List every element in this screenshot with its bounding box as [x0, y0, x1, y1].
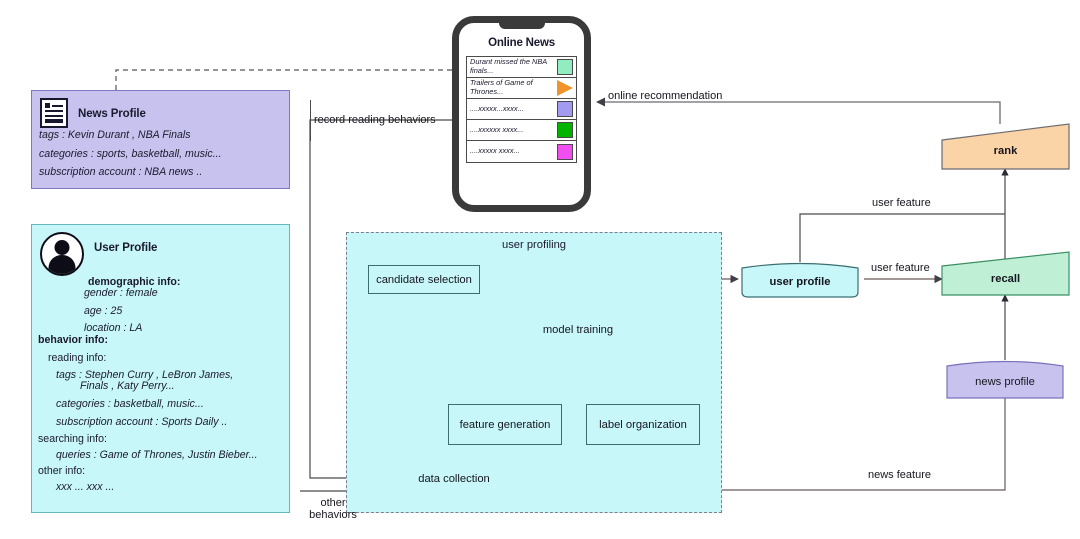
- user-profile-attributes: demographic info: gender : female age : …: [32, 276, 289, 494]
- video-play-triangle-icon: [557, 80, 573, 96]
- reading-tags-line2: Finals , Katy Perry...: [80, 379, 175, 392]
- other-info-label: other info:: [38, 465, 86, 478]
- candidate-selection-node[interactable]: candidate selection: [368, 265, 480, 294]
- user-profile-node[interactable]: user profile: [742, 266, 858, 297]
- recall-node-label: recall: [990, 272, 1021, 285]
- phone-mockup: Online News Durant missed the NBA finals…: [452, 16, 591, 212]
- recall-node[interactable]: recall: [942, 262, 1069, 295]
- demographic-location: location : LA: [84, 322, 143, 335]
- user-profile-title: User Profile: [94, 242, 158, 254]
- user-profile-card: User Profile demographic info: gender : …: [31, 224, 290, 513]
- other-behaviors-line1: other: [320, 497, 346, 509]
- news-profile-subscription: subscription account : NBA news ..: [39, 166, 203, 179]
- news-item-text: ....xxxxx xxxx...: [470, 146, 520, 156]
- label-organization-label: label organization: [599, 418, 687, 431]
- news-feed-item[interactable]: Trailers of Game of Thrones...: [467, 78, 576, 99]
- demographic-info-label: demographic info:: [88, 276, 181, 288]
- other-behaviors-line2: behaviors: [309, 509, 357, 522]
- data-collection-node[interactable]: data collection: [390, 466, 518, 491]
- news-profile-tags: tags : Kevin Durant , NBA Finals: [39, 129, 191, 141]
- searching-queries: queries : Game of Thrones, Justin Bieber…: [56, 449, 258, 462]
- news-profile-title: News Profile: [78, 108, 146, 120]
- news-profile-node[interactable]: news profile: [947, 366, 1063, 398]
- user-feature-mid-label: user feature: [871, 262, 930, 274]
- user-avatar-icon: [40, 232, 84, 276]
- user-profile-node-label: user profile: [769, 275, 831, 288]
- other-behaviors-label: other behaviors: [303, 497, 363, 522]
- behavior-info-label: behavior info:: [38, 334, 109, 347]
- news-item-text: ....xxxxxx xxxx...: [470, 124, 524, 134]
- news-document-icon: [40, 98, 68, 128]
- online-recommendation-label: online recommendation: [608, 90, 723, 102]
- rank-node[interactable]: rank: [942, 132, 1069, 169]
- rank-node-label: rank: [993, 144, 1018, 157]
- news-profile-attributes: tags : Kevin Durant , NBA Finals categor…: [32, 128, 289, 178]
- news-thumbnail-icon: [557, 122, 573, 138]
- reading-categories: categories : basketball, music...: [56, 397, 204, 410]
- record-reading-behaviors-label: record reading behaviors: [314, 114, 436, 126]
- user-profiling-group-label: user profiling: [501, 239, 567, 251]
- diagram-canvas: News Profile tags : Kevin Durant , NBA F…: [0, 0, 1080, 539]
- user-feature-top-label: user feature: [872, 197, 931, 209]
- reading-subscription: subscription account : Sports Daily ..: [56, 415, 228, 428]
- news-feature-label: news feature: [868, 469, 931, 481]
- news-item-text: Durant missed the NBA finals...: [470, 57, 547, 75]
- model-training-label: model training: [542, 324, 614, 336]
- demographic-gender: gender : female: [84, 287, 158, 300]
- news-feed-item[interactable]: Durant missed the NBA finals...: [467, 57, 576, 78]
- label-organization-node[interactable]: label organization: [586, 404, 700, 445]
- news-item-text: ....xxxxx...xxxx...: [470, 103, 524, 113]
- other-info-value: xxx ... xxx ...: [56, 481, 115, 494]
- news-profile-card: News Profile tags : Kevin Durant , NBA F…: [31, 90, 290, 189]
- model-training-node[interactable]: model training: [520, 318, 636, 342]
- searching-info-label: searching info:: [38, 433, 107, 446]
- news-thumbnail-icon: [557, 59, 573, 75]
- candidate-selection-label: candidate selection: [376, 273, 472, 286]
- news-feed-item[interactable]: ....xxxxxx xxxx...: [467, 120, 576, 141]
- data-collection-label: data collection: [418, 472, 490, 485]
- news-feed-item[interactable]: ....xxxxx xxxx...: [467, 141, 576, 162]
- reading-info-label: reading info:: [48, 351, 107, 364]
- user-profile-header: User Profile: [32, 225, 289, 276]
- news-profile-categories: categories : sports, basketball, music..…: [39, 147, 222, 160]
- news-thumbnail-icon: [557, 101, 573, 117]
- phone-notch: [498, 22, 545, 29]
- news-profile-header: News Profile: [32, 91, 289, 128]
- demographic-age: age : 25: [84, 304, 123, 317]
- feature-generation-node[interactable]: feature generation: [448, 404, 562, 445]
- feature-generation-label: feature generation: [459, 418, 551, 431]
- news-feed-list: Durant missed the NBA finals... Trailers…: [466, 56, 577, 163]
- news-item-text: Trailers of Game of Thrones...: [470, 78, 533, 96]
- news-feed-item[interactable]: ....xxxxx...xxxx...: [467, 99, 576, 120]
- news-thumbnail-icon: [557, 143, 573, 160]
- app-title: Online News: [488, 37, 555, 49]
- news-profile-node-label: news profile: [975, 376, 1035, 388]
